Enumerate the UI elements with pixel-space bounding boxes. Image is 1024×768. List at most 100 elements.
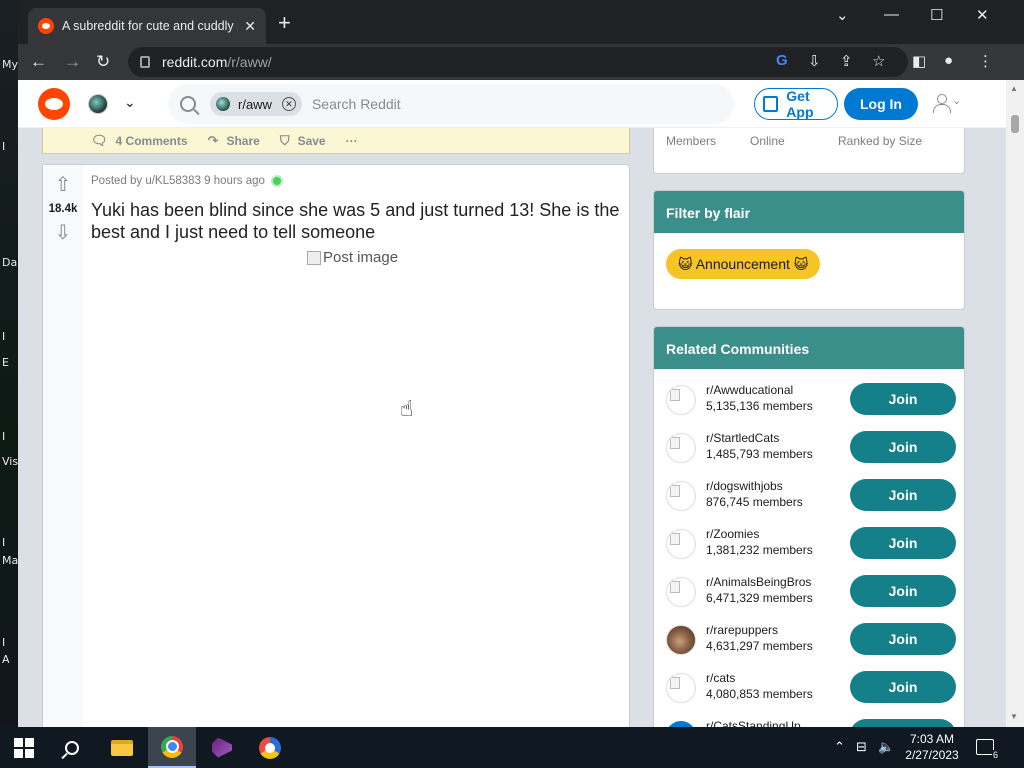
community-name[interactable]: r/rarepuppers xyxy=(706,623,778,637)
close-tab-icon[interactable]: ✕ xyxy=(244,18,256,35)
desktop-icon-label[interactable]: E xyxy=(2,356,9,369)
share-icon[interactable]: ⇪ xyxy=(840,52,853,70)
comment-icon: 🗨 xyxy=(91,132,108,148)
community-avatar[interactable] xyxy=(666,385,696,415)
join-button[interactable]: Join xyxy=(850,431,956,463)
show-hidden-icons[interactable]: ⌃ xyxy=(834,739,845,755)
community-name[interactable]: r/cats xyxy=(706,671,735,685)
scrollbar-thumb[interactable] xyxy=(1011,115,1019,133)
search-bar[interactable]: r/aww ✕ Search Reddit xyxy=(168,84,734,124)
desktop-icon-label[interactable]: I xyxy=(2,140,5,153)
subreddit-search-chip[interactable]: r/aww ✕ xyxy=(210,92,302,116)
community-avatar[interactable] xyxy=(666,673,696,703)
notifications-icon[interactable]: 6 xyxy=(976,739,999,760)
community-avatar[interactable] xyxy=(666,481,696,511)
community-avatar[interactable] xyxy=(666,529,696,559)
forward-button[interactable]: → xyxy=(64,52,81,72)
subreddit-home-icon[interactable] xyxy=(88,94,108,114)
scroll-up-icon[interactable]: ▲ xyxy=(1010,84,1018,93)
community-name[interactable]: r/StartledCats xyxy=(706,431,779,445)
tab-search-chevron-icon[interactable]: ⌄ xyxy=(836,6,849,24)
community-name[interactable]: r/Awwducational xyxy=(706,383,793,397)
maximize-button[interactable]: ☐ xyxy=(930,6,943,24)
back-button[interactable]: ← xyxy=(30,52,47,72)
system-clock[interactable]: 7:03 AM 2/27/2023 xyxy=(900,731,964,763)
desktop-icon-label[interactable]: I xyxy=(2,536,5,549)
reload-button[interactable]: ↻ xyxy=(96,52,110,72)
chrome-taskbar-button[interactable] xyxy=(148,727,196,768)
community-name[interactable]: r/Zoomies xyxy=(706,527,759,541)
community-row[interactable]: r/rarepuppers 4,631,297 members Join xyxy=(666,621,956,661)
volume-icon[interactable]: 🔈 xyxy=(878,739,894,755)
lock-icon[interactable] xyxy=(140,56,150,68)
minimize-button[interactable]: — xyxy=(884,6,899,23)
broken-image-icon xyxy=(670,389,680,401)
address-bar[interactable]: reddit.com/r/aww/ xyxy=(128,47,908,77)
start-button[interactable] xyxy=(0,727,48,768)
flair-announcement-button[interactable]: 😺 Announcement 😺 xyxy=(666,249,821,279)
user-menu[interactable]: ⌄ xyxy=(932,94,961,117)
search-input[interactable]: Search Reddit xyxy=(312,96,401,112)
post-title[interactable]: Yuki has been blind since she was 5 and … xyxy=(91,199,621,243)
community-name[interactable]: r/CatsStandingUp xyxy=(706,719,801,727)
google-icon[interactable]: G xyxy=(776,52,788,69)
post-image[interactable]: Post image xyxy=(307,249,398,266)
join-button[interactable]: Join xyxy=(850,623,956,655)
scroll-down-icon[interactable]: ▼ xyxy=(1010,712,1018,721)
community-row[interactable]: r/CatsStandingUp Join xyxy=(666,717,956,727)
desktop-icon-label[interactable]: I xyxy=(2,330,5,343)
community-avatar[interactable] xyxy=(666,625,696,655)
install-app-icon[interactable]: ⇩ xyxy=(808,52,821,70)
bookmark-star-icon[interactable]: ☆ xyxy=(872,52,885,70)
community-avatar[interactable] xyxy=(666,433,696,463)
network-icon[interactable]: ⊟ xyxy=(856,739,867,755)
profile-icon[interactable]: ● xyxy=(944,52,953,69)
desktop-icon-label[interactable]: Da xyxy=(2,256,17,269)
community-name[interactable]: r/dogswithjobs xyxy=(706,479,783,493)
clear-chip-icon[interactable]: ✕ xyxy=(281,97,296,111)
desktop-icon-label[interactable]: Vis xyxy=(2,455,18,468)
post-card[interactable]: ⇧ 18.4k ⇩ Posted by u/KL58383 9 hours ag… xyxy=(42,164,630,727)
join-button[interactable]: Join xyxy=(850,719,956,727)
desktop-icon-label[interactable]: I xyxy=(2,430,5,443)
community-row[interactable]: r/dogswithjobs 876,745 members Join xyxy=(666,477,956,517)
get-app-button[interactable]: Get App xyxy=(754,88,838,120)
community-row[interactable]: r/Awwducational 5,135,136 members Join xyxy=(666,381,956,421)
share-button[interactable]: ↷ Share xyxy=(208,133,260,149)
more-options-button[interactable]: ··· xyxy=(346,134,358,148)
desktop-icon-label[interactable]: A xyxy=(2,653,10,666)
taskbar-search-button[interactable] xyxy=(48,727,96,768)
new-tab-button[interactable]: + xyxy=(278,12,291,34)
user-icon xyxy=(932,94,951,113)
login-button[interactable]: Log In xyxy=(844,88,918,120)
community-avatar[interactable] xyxy=(666,577,696,607)
visual-studio-button[interactable] xyxy=(198,727,246,768)
reddit-logo-icon[interactable] xyxy=(38,88,70,120)
close-window-button[interactable]: ✕ xyxy=(976,6,989,24)
join-button[interactable]: Join xyxy=(850,575,956,607)
join-button[interactable]: Join xyxy=(850,383,956,415)
side-panel-icon[interactable]: ◧ xyxy=(912,52,926,70)
chrome-menu-icon[interactable]: ⋮ xyxy=(978,52,993,70)
join-button[interactable]: Join xyxy=(850,479,956,511)
community-row[interactable]: r/StartledCats 1,485,793 members Join xyxy=(666,429,956,469)
file-explorer-button[interactable] xyxy=(98,727,146,768)
app-taskbar-button[interactable] xyxy=(246,727,294,768)
desktop-icon-label[interactable]: I xyxy=(2,636,5,649)
upvote-arrow-icon[interactable]: ⇧ xyxy=(53,175,73,195)
filter-by-flair-card: Filter by flair 😺 Announcement 😺 xyxy=(653,190,965,310)
community-row[interactable]: r/AnimalsBeingBros 6,471,329 members Join xyxy=(666,573,956,613)
community-name[interactable]: r/AnimalsBeingBros xyxy=(706,575,811,589)
page-scrollbar[interactable]: ▲ ▼ xyxy=(1006,80,1024,727)
desktop-icon-label[interactable]: Ma xyxy=(2,554,18,567)
save-button[interactable]: ⛉ Save xyxy=(280,133,326,149)
chevron-down-icon[interactable]: ⌄ xyxy=(124,94,136,111)
join-button[interactable]: Join xyxy=(850,527,956,559)
downvote-arrow-icon[interactable]: ⇩ xyxy=(53,223,73,243)
join-button[interactable]: Join xyxy=(850,671,956,703)
browser-tab[interactable]: A subreddit for cute and cuddly p ✕ xyxy=(28,8,266,44)
desktop-icon-label[interactable]: My xyxy=(2,58,18,71)
comments-button[interactable]: 🗨 4 Comments xyxy=(91,133,188,149)
community-row[interactable]: r/Zoomies 1,381,232 members Join xyxy=(666,525,956,565)
community-row[interactable]: r/cats 4,080,853 members Join xyxy=(666,669,956,709)
